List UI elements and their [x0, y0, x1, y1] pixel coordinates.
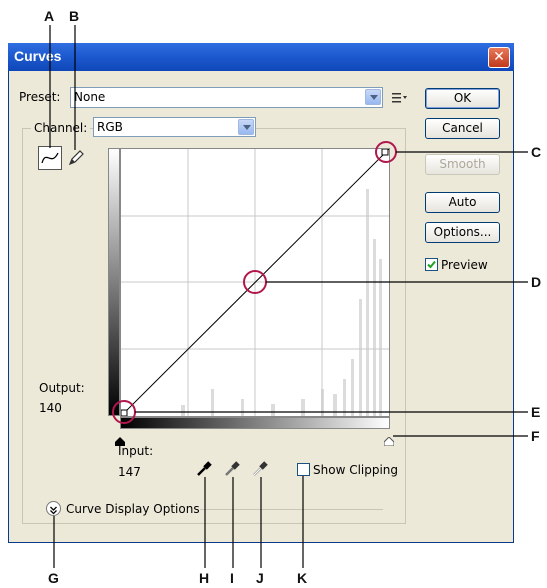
- callout-e: E: [531, 404, 541, 420]
- callout-h: H: [199, 570, 210, 586]
- callout-d: D: [531, 274, 542, 290]
- callout-j: J: [256, 570, 264, 586]
- callout-c: C: [531, 144, 542, 160]
- callout-k: K: [297, 570, 308, 586]
- callout-i: I: [230, 570, 234, 586]
- callout-overlay: [49, 25, 528, 568]
- callout-f: F: [531, 428, 540, 444]
- callout-g: G: [48, 570, 59, 586]
